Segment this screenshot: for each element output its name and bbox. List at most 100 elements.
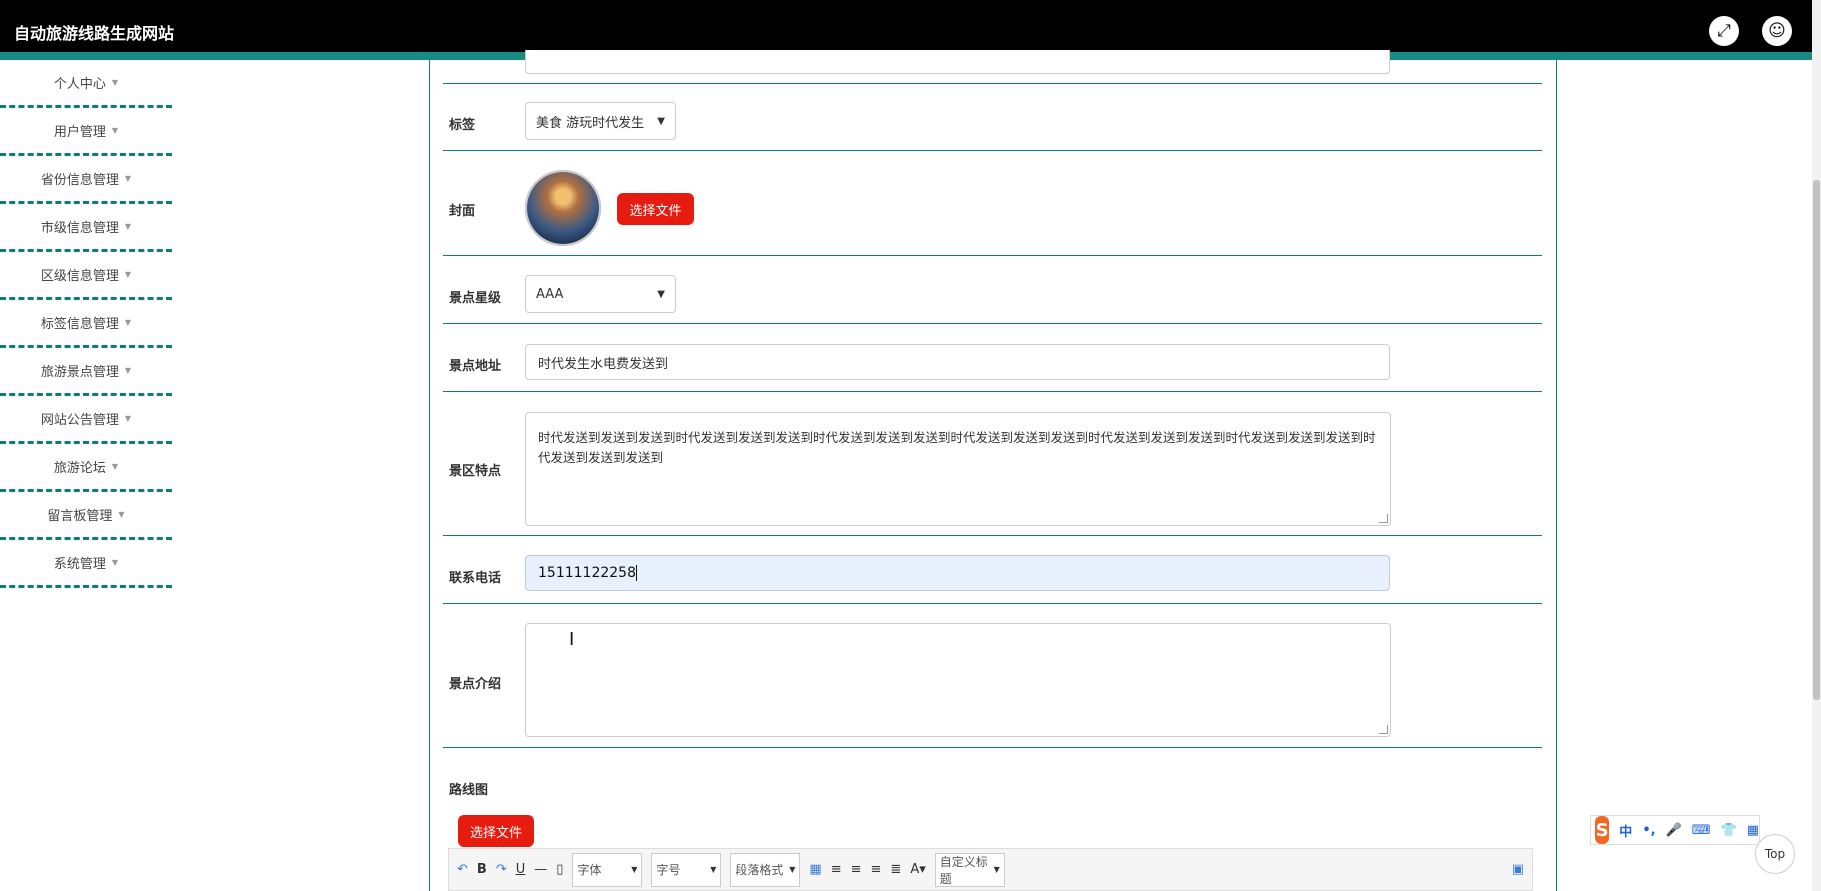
- expand-icon[interactable]: ⤢: [1709, 16, 1739, 46]
- sidebar-item-district-management[interactable]: 区级信息管理 ▼: [0, 252, 172, 300]
- resize-grip[interactable]: [1379, 725, 1388, 734]
- cover-label: 封面: [449, 204, 476, 219]
- sidebar-item-tag-management[interactable]: 标签信息管理 ▼: [0, 300, 172, 348]
- phone-value: 15111122258: [538, 565, 636, 581]
- horizontal-rule-icon[interactable]: —: [534, 862, 547, 877]
- stars-select[interactable]: AAA ▼: [525, 275, 676, 313]
- page-scrollbar[interactable]: [1812, 0, 1821, 891]
- intro-label: 景点介绍: [449, 677, 502, 692]
- sidebar: 个人中心 ▼ 用户管理 ▼ 省份信息管理 ▼ 市级信息管理 ▼ 区级信息管理 ▼ 标签信息…: [0, 60, 172, 588]
- caret-down-icon: ▼: [124, 414, 132, 423]
- caret-down-icon: ▼: [124, 222, 132, 231]
- features-textarea[interactable]: 时代发送到发送到发送到时代发送到发送到发送到时代发送到发送到发送到时代发送到发送…: [525, 412, 1391, 526]
- custom-title-label: 自定义标题: [939, 854, 988, 886]
- underline-icon[interactable]: U: [516, 862, 526, 877]
- chevron-down-icon: ▼: [993, 865, 1000, 874]
- caret-down-icon: ▼: [124, 318, 132, 327]
- sidebar-item-label: 旅游景点管理: [40, 365, 119, 380]
- align-left-icon[interactable]: ≡: [831, 862, 842, 877]
- font-size-select[interactable]: 字号 ▼: [651, 852, 722, 887]
- bold-icon[interactable]: B: [477, 862, 487, 877]
- redo-icon[interactable]: ↷: [496, 862, 507, 877]
- align-center-icon[interactable]: ≡: [871, 862, 882, 877]
- justify-icon[interactable]: ≣: [890, 862, 901, 877]
- name-field-partial[interactable]: [525, 50, 1390, 74]
- sidebar-item-label: 留言板管理: [47, 509, 113, 524]
- tags-select[interactable]: 美食 游玩时代发生 ▼: [525, 102, 676, 140]
- custom-title-select[interactable]: 自定义标题 ▼: [934, 852, 1005, 887]
- sidebar-item-announcement-management[interactable]: 网站公告管理 ▼: [0, 396, 172, 444]
- keyboard-icon[interactable]: ⌨: [1692, 823, 1711, 838]
- caret-down-icon: ▼: [124, 174, 132, 183]
- sidebar-item-user-management[interactable]: 用户管理 ▼: [0, 108, 172, 156]
- apps-icon[interactable]: ▦: [1747, 823, 1759, 838]
- sidebar-item-label: 标签信息管理: [40, 317, 119, 332]
- features-label: 景区特点: [449, 464, 502, 479]
- text-cursor-icon: I: [569, 629, 575, 650]
- divider: [443, 150, 1542, 151]
- route-choose-file-button[interactable]: 选择文件: [458, 815, 534, 847]
- back-to-top-button[interactable]: Top: [1755, 834, 1795, 874]
- resize-grip[interactable]: [1379, 514, 1388, 523]
- sidebar-item-attraction-management[interactable]: 旅游景点管理 ▼: [0, 348, 172, 396]
- fullscreen-icon[interactable]: ▣: [1512, 862, 1524, 877]
- caret-down-icon: ▼: [111, 78, 119, 87]
- align-right-icon[interactable]: ≡: [851, 862, 862, 877]
- divider: [443, 323, 1542, 324]
- user-icon[interactable]: ☺: [1762, 16, 1792, 46]
- paragraph-format-label: 段落格式: [735, 863, 784, 877]
- font-family-label: 字体: [577, 863, 602, 877]
- cover-image: [525, 170, 601, 246]
- paragraph-format-select[interactable]: 段落格式 ▼: [730, 852, 801, 887]
- caret-down-icon: ▼: [111, 126, 119, 135]
- caret-down-icon: ▼: [111, 462, 119, 471]
- address-input[interactable]: 时代发生水电费发送到: [525, 344, 1390, 380]
- stars-select-value: AAA: [536, 286, 564, 302]
- table-icon[interactable]: ▦: [809, 862, 821, 877]
- route-label: 路线图: [449, 783, 489, 798]
- app-title: 自动旅游线路生成网站: [14, 24, 175, 43]
- text-caret: [635, 565, 637, 581]
- sidebar-item-label: 旅游论坛: [53, 461, 106, 476]
- caret-down-icon: ▼: [124, 366, 132, 375]
- microphone-icon[interactable]: 🎤: [1666, 823, 1682, 838]
- font-color-icon[interactable]: A▾: [910, 862, 925, 877]
- sidebar-item-forum[interactable]: 旅游论坛 ▼: [0, 444, 172, 492]
- punctuation-icon[interactable]: •,: [1642, 823, 1655, 838]
- document-icon[interactable]: ▯: [556, 862, 563, 877]
- edit-form: 标签 美食 游玩时代发生 ▼ 封面 选择文件 景点星级 AAA ▼ 景点地址 时…: [429, 50, 1557, 891]
- editor-toolbar: ↶ B ↷ U — ▯ 字体 ▼ 字号 ▼ 段落格式 ▼ ▦ ≡ ≡ ≡ ≣ A▾ 自…: [448, 848, 1533, 891]
- phone-input[interactable]: 15111122258: [525, 555, 1390, 591]
- font-family-select[interactable]: 字体 ▼: [572, 852, 643, 887]
- divider: [443, 535, 1542, 536]
- chevron-down-icon: ▼: [631, 865, 638, 874]
- divider: [443, 255, 1542, 256]
- intro-textarea[interactable]: [525, 623, 1391, 737]
- skin-icon[interactable]: 👕: [1721, 823, 1737, 838]
- caret-down-icon: ▼: [111, 558, 119, 567]
- sidebar-item-label: 市级信息管理: [40, 221, 119, 236]
- chevron-down-icon: ▼: [657, 288, 665, 300]
- sidebar-item-label: 个人中心: [53, 77, 106, 92]
- cover-choose-file-button[interactable]: 选择文件: [617, 193, 694, 225]
- sogou-logo-icon[interactable]: S: [1595, 816, 1610, 844]
- sidebar-item-system-management[interactable]: 系统管理 ▼: [0, 540, 172, 588]
- sidebar-item-personal-center[interactable]: 个人中心 ▼: [0, 60, 172, 108]
- phone-label: 联系电话: [449, 571, 502, 586]
- sidebar-item-label: 用户管理: [53, 125, 106, 140]
- ime-lang[interactable]: 中: [1619, 821, 1632, 840]
- stars-label: 景点星级: [449, 291, 502, 306]
- caret-down-icon: ▼: [124, 270, 132, 279]
- sidebar-item-city-management[interactable]: 市级信息管理 ▼: [0, 204, 172, 252]
- address-label: 景点地址: [449, 359, 502, 374]
- chevron-down-icon: ▼: [657, 115, 665, 127]
- sidebar-item-province-management[interactable]: 省份信息管理 ▼: [0, 156, 172, 204]
- sidebar-item-message-board[interactable]: 留言板管理 ▼: [0, 492, 172, 540]
- sidebar-item-label: 网站公告管理: [40, 413, 119, 428]
- sidebar-item-label: 系统管理: [53, 557, 106, 572]
- divider: [443, 747, 1542, 748]
- undo-icon[interactable]: ↶: [457, 862, 468, 877]
- scrollbar-thumb[interactable]: [1813, 180, 1820, 700]
- tags-select-value: 美食 游玩时代发生: [536, 115, 645, 131]
- divider: [443, 391, 1542, 392]
